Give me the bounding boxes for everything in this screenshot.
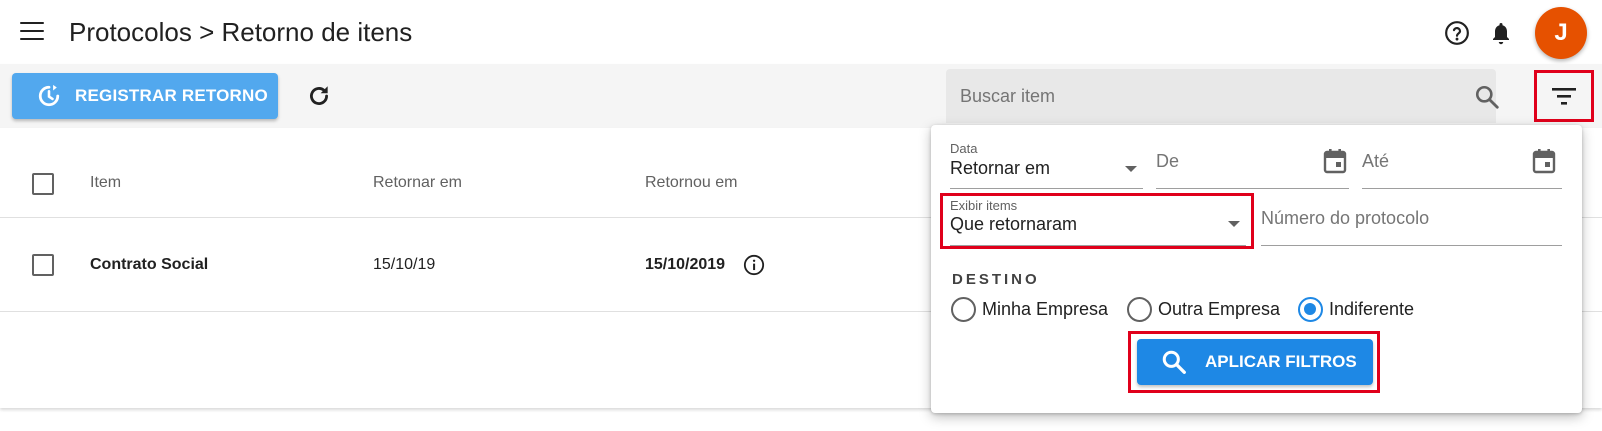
column-header-retornou-em[interactable]: Retornou em [645, 174, 738, 192]
data-type-select[interactable]: Data Retornar em [950, 141, 1143, 189]
search-input[interactable] [960, 69, 1440, 123]
calendar-icon[interactable] [1532, 148, 1556, 174]
radio-indiferente[interactable]: Indiferente [1298, 294, 1414, 324]
filter-panel: Data Retornar em De Até Exibir items Que… [931, 125, 1582, 413]
retornar-em-cell: 15/10/19 [373, 256, 436, 273]
column-header-item[interactable]: Item [90, 174, 121, 192]
data-type-label: Data [950, 141, 978, 156]
menu-icon[interactable] [20, 22, 44, 42]
search-box [946, 69, 1496, 123]
filter-icon [1552, 88, 1576, 105]
date-to-placeholder: Até [1362, 151, 1390, 171]
refresh-icon[interactable] [306, 83, 332, 109]
radio-button-icon[interactable] [1127, 296, 1152, 322]
register-return-label: REGISTRAR RETORNO [75, 86, 268, 105]
radio-button-icon[interactable] [951, 296, 976, 322]
retornou-em-cell: 15/10/2019 [645, 256, 726, 273]
item-name-cell: Contrato Social [90, 256, 209, 273]
date-to-field[interactable]: Até [1362, 141, 1562, 189]
radio-button-checked-icon[interactable] [1298, 296, 1323, 322]
register-return-button[interactable]: REGISTRAR RETORNO [12, 73, 278, 119]
radio-minha-empresa[interactable]: Minha Empresa [951, 294, 1108, 324]
search-icon[interactable] [1474, 84, 1500, 110]
exibir-items-highlight [940, 193, 1254, 249]
bell-icon[interactable] [1489, 20, 1513, 46]
radio-label: Indiferente [1329, 298, 1415, 319]
data-type-value: Retornar em [950, 158, 1051, 178]
toolbar: REGISTRAR RETORNO [0, 64, 1602, 128]
page-title: Protocolos > Retorno de itens [69, 17, 413, 47]
destino-section-title: DESTINO [952, 271, 1040, 288]
calendar-icon[interactable] [1323, 148, 1347, 174]
help-icon[interactable] [1444, 20, 1470, 46]
date-from-field[interactable]: De [1156, 141, 1349, 189]
app-header: Protocolos > Retorno de itens J [0, 0, 1602, 64]
return-clock-icon [38, 84, 60, 107]
chevron-down-icon [1125, 166, 1137, 172]
column-header-retornar-em[interactable]: Retornar em [373, 174, 462, 192]
avatar[interactable]: J [1535, 7, 1587, 59]
radio-label: Outra Empresa [1158, 298, 1281, 319]
row-checkbox[interactable] [32, 254, 54, 276]
apply-filters-highlight [1128, 331, 1380, 393]
protocol-number-placeholder: Número do protocolo [1261, 208, 1430, 228]
date-from-placeholder: De [1156, 151, 1180, 171]
info-icon[interactable] [743, 254, 765, 276]
select-all-checkbox[interactable] [32, 173, 54, 195]
radio-label: Minha Empresa [982, 298, 1109, 319]
protocol-number-field[interactable]: Número do protocolo [1261, 198, 1562, 246]
filter-toggle-button[interactable] [1534, 70, 1594, 122]
radio-outra-empresa[interactable]: Outra Empresa [1127, 294, 1280, 324]
